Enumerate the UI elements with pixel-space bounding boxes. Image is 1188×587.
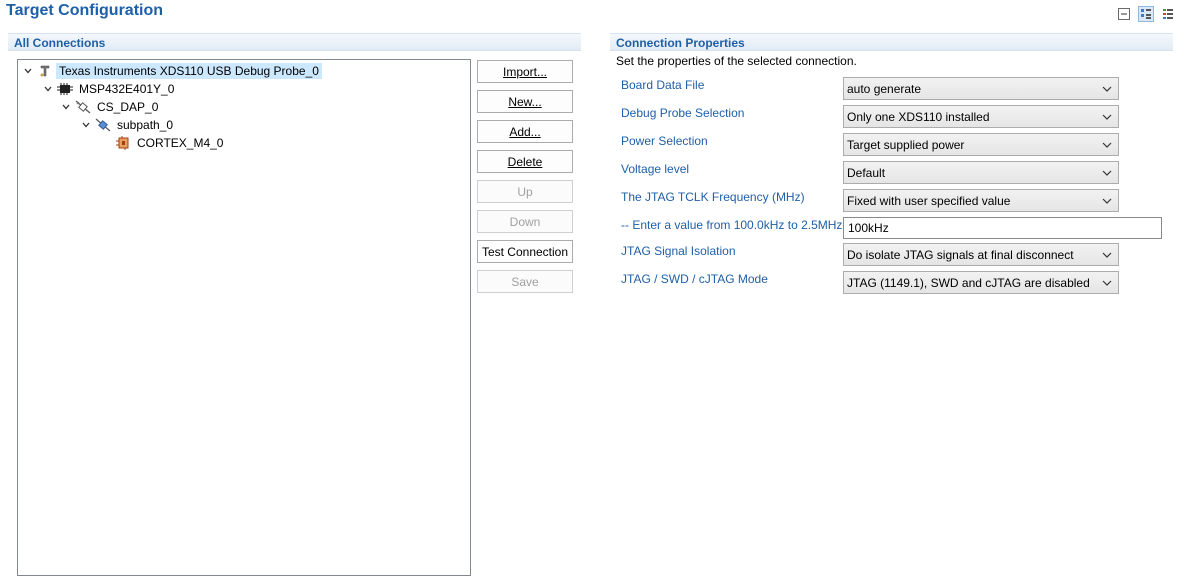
jtag-tclk-frequency-select[interactable]: Fixed with user specified value <box>843 189 1119 212</box>
chevron-down-icon <box>1102 170 1112 176</box>
delete-button[interactable]: Delete <box>477 150 573 173</box>
tree-item-cpu-core[interactable]: CORTEX_M4_0 <box>114 134 226 152</box>
cpu-core-icon <box>114 135 132 151</box>
chevron-down-icon[interactable] <box>40 84 56 94</box>
jtag-signal-isolation-select[interactable]: Do isolate JTAG signals at final disconn… <box>843 243 1119 266</box>
collapse-all-icon[interactable] <box>1116 6 1132 22</box>
board-data-file-value: auto generate <box>847 81 922 96</box>
debug-probe-selection-select[interactable]: Only one XDS110 installed <box>843 105 1119 128</box>
subpath-icon <box>94 117 112 133</box>
new-button[interactable]: New... <box>477 90 573 113</box>
import-button-label: Import... <box>502 64 547 79</box>
tree-item-label: MSP432E401Y_0 <box>79 82 175 96</box>
jtag-tclk-frequency-label: The JTAG TCLK Frequency (MHz) <box>621 190 805 204</box>
jtag-signal-isolation-label: JTAG Signal Isolation <box>621 244 736 258</box>
add-button[interactable]: Add... <box>477 120 573 143</box>
chevron-down-icon <box>1102 86 1112 92</box>
chevron-down-icon <box>1102 142 1112 148</box>
connections-tree[interactable]: Texas Instruments XDS110 USB Debug Probe… <box>17 59 471 576</box>
page-title: Target Configuration <box>6 2 164 19</box>
debug-probe-selection-value: Only one XDS110 installed <box>847 109 990 124</box>
add-button-label: Add... <box>509 124 541 139</box>
new-button-label: New... <box>508 94 542 109</box>
tree-item-dap[interactable]: CS_DAP_0 <box>58 98 161 116</box>
tree-item-chip[interactable]: MSP432E401Y_0 <box>40 80 177 98</box>
debug-probe-selection-label: Debug Probe Selection <box>621 106 745 120</box>
test-connection-button[interactable]: Test Connection <box>477 240 573 263</box>
board-data-file-select[interactable]: auto generate <box>843 77 1119 100</box>
jtag-mode-label: JTAG / SWD / cJTAG Mode <box>621 272 768 286</box>
power-selection-value: Target supplied power <box>847 137 965 152</box>
power-selection-select[interactable]: Target supplied power <box>843 133 1119 156</box>
tree-item-label: CORTEX_M4_0 <box>137 136 224 150</box>
dap-icon <box>74 99 92 115</box>
tree-item-label: subpath_0 <box>117 118 174 132</box>
jtag-tclk-frequency-value: Fixed with user specified value <box>847 193 1011 208</box>
voltage-level-value: Default <box>847 165 886 180</box>
view-toolbar <box>1116 6 1176 22</box>
tree-item-label: CS_DAP_0 <box>97 100 159 114</box>
test-connection-button-label: Test Connection <box>481 244 569 259</box>
import-button[interactable]: Import... <box>477 60 573 83</box>
tclk-value-input[interactable]: 100kHz <box>843 217 1162 239</box>
chevron-down-icon <box>1102 252 1112 258</box>
chevron-down-icon[interactable] <box>58 102 74 112</box>
jtag-signal-isolation-value: Do isolate JTAG signals at final disconn… <box>847 247 1074 262</box>
tree-item-subpath[interactable]: subpath_0 <box>78 116 176 134</box>
all-connections-header: All Connections <box>8 33 581 51</box>
jtag-mode-value: JTAG (1149.1), SWD and cJTAG are disable… <box>847 275 1090 290</box>
chip-icon <box>56 81 74 97</box>
save-button-label: Save <box>511 274 539 289</box>
voltage-level-label: Voltage level <box>621 162 690 176</box>
up-button[interactable]: Up <box>477 180 573 203</box>
down-button[interactable]: Down <box>477 210 573 233</box>
voltage-level-select[interactable]: Default <box>843 161 1119 184</box>
chevron-down-icon <box>1102 114 1112 120</box>
jtag-mode-select[interactable]: JTAG (1149.1), SWD and cJTAG are disable… <box>843 271 1119 294</box>
chevron-down-icon <box>1102 280 1112 286</box>
connection-properties-header: Connection Properties <box>610 33 1173 51</box>
chevron-down-icon[interactable] <box>20 66 36 76</box>
properties-subtitle: Set the properties of the selected conne… <box>616 54 857 68</box>
power-selection-label: Power Selection <box>621 134 708 148</box>
advanced-view-icon[interactable] <box>1160 6 1176 22</box>
delete-button-label: Delete <box>507 154 543 169</box>
tree-item-label: Texas Instruments XDS110 USB Debug Probe… <box>56 63 322 79</box>
chevron-down-icon <box>1102 198 1112 204</box>
board-data-file-label: Board Data File <box>621 78 705 92</box>
down-button-label: Down <box>509 214 541 229</box>
up-button-label: Up <box>517 184 533 199</box>
save-button[interactable]: Save <box>477 270 573 293</box>
tclk-value-label: -- Enter a value from 100.0kHz to 2.5MHz <box>621 218 843 232</box>
debug-probe-icon <box>36 63 54 79</box>
chevron-down-icon[interactable] <box>78 120 94 130</box>
basic-view-icon[interactable] <box>1138 6 1154 22</box>
tree-item-debug-probe[interactable]: Texas Instruments XDS110 USB Debug Probe… <box>20 62 322 80</box>
